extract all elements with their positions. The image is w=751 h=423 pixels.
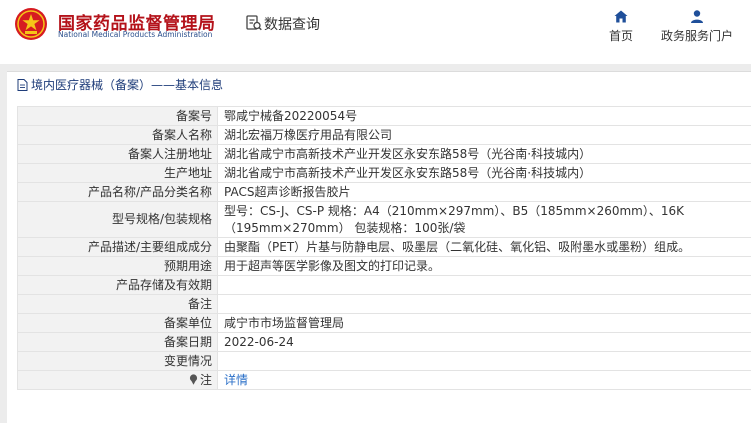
table-row: 产品名称/产品分类名称 PACS超声诊断报告胶片 — [17, 182, 751, 202]
field-label: 注 — [199, 372, 212, 387]
field-value: 型号：CS-J、CS-P 规格：A4（210mm×297mm）、B5（185mm… — [217, 201, 751, 238]
field-value: 鄂咸宁械备20220054号 — [217, 106, 751, 126]
table-row: 产品存储及有效期 — [17, 275, 751, 295]
user-icon — [691, 10, 703, 23]
table-row: 预期用途 用于超声等医学影像及图文的打印记录。 — [17, 256, 751, 276]
detail-panel: 境内医疗器械（备案）——基本信息 备案号 鄂咸宁械备20220054号 备案人名… — [7, 71, 751, 423]
field-value: 2022-06-24 — [217, 332, 751, 352]
field-value: 湖北省咸宁市高新技术产业开发区永安东路58号（光谷南·科技城内） — [217, 163, 751, 183]
table-row: 变更情况 — [17, 351, 751, 371]
data-query-icon — [246, 15, 262, 31]
field-label: 变更情况 — [17, 351, 218, 371]
brand-subtitle: National Medical Products Administration — [58, 30, 213, 39]
record-table: 备案号 鄂咸宁械备20220054号 备案人名称 湖北宏福万橡医疗用品有限公司 … — [17, 106, 751, 390]
nav-government-portal[interactable]: 政务服务门户 — [660, 10, 734, 44]
table-row: 备案日期 2022-06-24 — [17, 332, 751, 352]
data-query-title: 数据查询 — [264, 17, 320, 33]
field-value: 用于超声等医学影像及图文的打印记录。 — [217, 256, 751, 276]
field-value — [217, 351, 751, 371]
nmpa-emblem-icon[interactable] — [14, 7, 48, 41]
details-link[interactable]: 详情 — [224, 373, 248, 387]
field-value: 湖北省咸宁市高新技术产业开发区永安东路58号（光谷南·科技城内） — [217, 144, 751, 164]
field-label: 备注 — [17, 294, 218, 314]
field-label: 备案人名称 — [17, 125, 218, 145]
table-row: 备注 — [17, 294, 751, 314]
nav-portal-label: 政务服务门户 — [660, 29, 733, 43]
table-row: 注 详情 — [17, 370, 751, 390]
field-label: 备案单位 — [17, 313, 218, 333]
table-row: 备案人名称 湖北宏福万橡医疗用品有限公司 — [17, 125, 751, 145]
field-label: 备案号 — [17, 106, 218, 126]
home-icon — [614, 10, 628, 23]
field-label: 预期用途 — [17, 256, 218, 276]
document-icon — [17, 79, 28, 91]
site-header: 国家药品监督管理局 National Medical Products Admi… — [0, 0, 751, 62]
field-value: 咸宁市市场监督管理局 — [217, 313, 751, 333]
field-value: 湖北宏福万橡医疗用品有限公司 — [217, 125, 751, 145]
field-value: PACS超声诊断报告胶片 — [217, 182, 751, 202]
table-row: 备案号 鄂咸宁械备20220054号 — [17, 106, 751, 126]
field-label: 产品存储及有效期 — [17, 275, 218, 295]
note-label-cell: 注 — [17, 370, 218, 390]
breadcrumb-label: 境内医疗器械（备案）——基本信息 — [31, 78, 224, 92]
field-value — [217, 275, 751, 295]
field-value — [217, 294, 751, 314]
table-row: 备案人注册地址 湖北省咸宁市高新技术产业开发区永安东路58号（光谷南·科技城内） — [17, 144, 751, 164]
field-label: 备案人注册地址 — [17, 144, 218, 164]
field-label: 产品名称/产品分类名称 — [17, 182, 218, 202]
table-row: 型号规格/包装规格 型号：CS-J、CS-P 规格：A4（210mm×297mm… — [17, 201, 751, 238]
pin-icon — [189, 373, 198, 385]
nav-home[interactable]: 首页 — [606, 10, 636, 44]
field-value: 详情 — [217, 370, 751, 390]
field-label: 生产地址 — [17, 163, 218, 183]
breadcrumb: 境内医疗器械（备案）——基本信息 — [7, 72, 751, 98]
table-row: 产品描述/主要组成成分 由聚酯（PET）片基与防静电层、吸墨层（二氧化硅、氧化铝… — [17, 237, 751, 257]
field-label: 产品描述/主要组成成分 — [17, 237, 218, 257]
nav-home-label: 首页 — [608, 29, 633, 43]
field-value: 由聚酯（PET）片基与防静电层、吸墨层（二氧化硅、氧化铝、吸附墨水或墨粉）组成。 — [217, 237, 751, 257]
field-label: 型号规格/包装规格 — [17, 201, 218, 238]
table-row: 备案单位 咸宁市市场监督管理局 — [17, 313, 751, 333]
field-label: 备案日期 — [17, 332, 218, 352]
table-row: 生产地址 湖北省咸宁市高新技术产业开发区永安东路58号（光谷南·科技城内） — [17, 163, 751, 183]
